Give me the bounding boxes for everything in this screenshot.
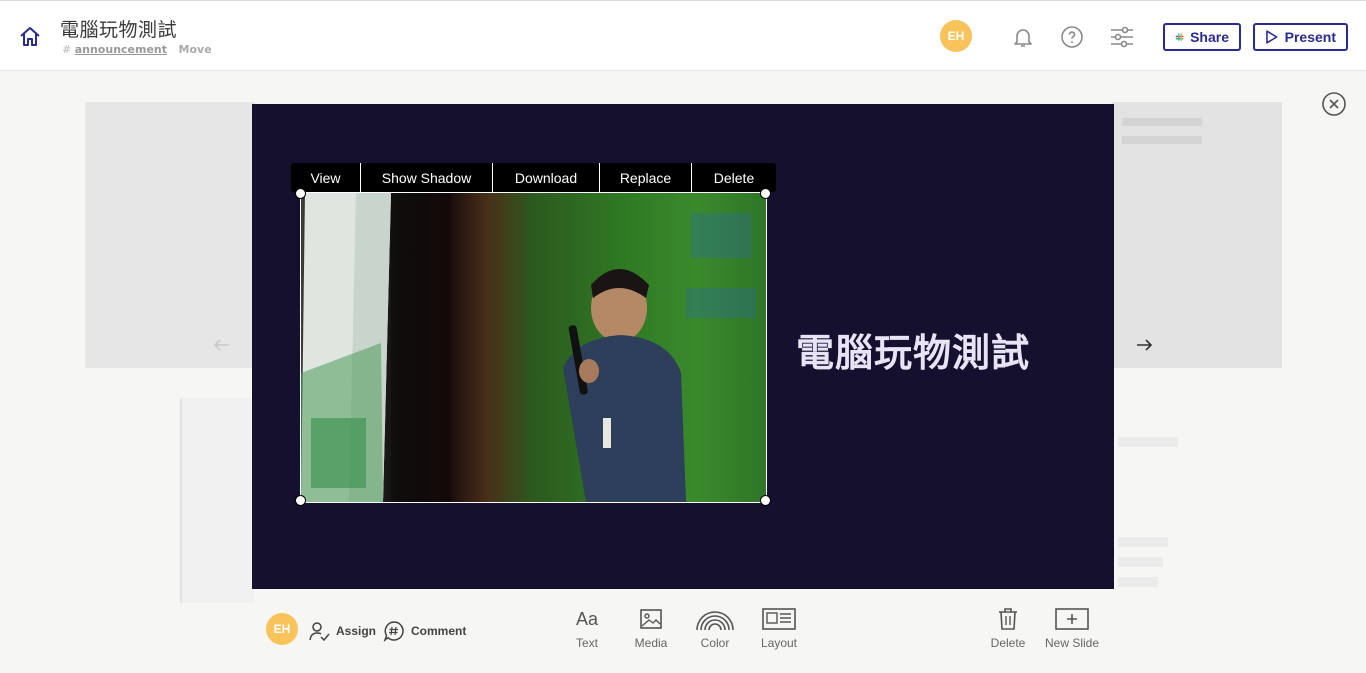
faded-text-line [1118, 557, 1163, 567]
move-link[interactable]: Move [179, 43, 212, 56]
text-tool-icon: Aa [575, 609, 599, 629]
preview-stripe [1122, 118, 1202, 126]
resize-handle-top-right[interactable] [760, 188, 771, 199]
present-label: Present [1284, 29, 1336, 45]
trash-icon [999, 608, 1017, 630]
image-toolbar: View Show Shadow Download Replace Delete [291, 163, 776, 192]
download-button[interactable]: Download [493, 163, 600, 192]
media-tool-button[interactable]: Media [621, 606, 681, 650]
layout-tool-button[interactable]: Layout [749, 606, 809, 650]
color-tool-button[interactable]: Color [685, 606, 745, 650]
media-tool-label: Media [634, 636, 668, 650]
bottom-user-avatar[interactable]: EH [266, 613, 298, 645]
settings-sliders-icon[interactable] [1109, 25, 1135, 49]
color-rainbow-icon [696, 611, 734, 631]
top-bar: 電腦玩物測試 # announcement Move EH Share Pres… [0, 0, 1366, 71]
comment-icon [383, 621, 404, 642]
previous-slide-preview[interactable] [85, 102, 255, 368]
slide-photo[interactable] [300, 192, 767, 503]
assign-button[interactable]: Assign [308, 620, 376, 642]
layout-icon [762, 608, 796, 630]
resize-handle-bottom-right[interactable] [760, 495, 771, 506]
faded-document-preview [180, 398, 254, 603]
text-tool-label: Text [575, 636, 598, 650]
color-tool-label: Color [700, 636, 730, 650]
delete-slide-label: Delete [990, 636, 1026, 650]
replace-button[interactable]: Replace [600, 163, 692, 192]
channel-link[interactable]: announcement [75, 43, 167, 56]
slide-canvas[interactable]: View Show Shadow Download Replace Delete [252, 104, 1114, 589]
slack-icon [1175, 33, 1184, 41]
new-slide-button[interactable]: New Slide [1040, 606, 1104, 650]
notification-bell-icon[interactable] [1011, 25, 1035, 49]
faded-text-line [1118, 577, 1158, 587]
show-shadow-button[interactable]: Show Shadow [361, 163, 493, 192]
next-slide-preview[interactable] [1112, 102, 1282, 368]
next-slide-arrow-icon[interactable] [1135, 336, 1153, 354]
assign-label: Assign [336, 624, 377, 638]
comment-label: Comment [411, 624, 467, 638]
document-title[interactable]: 電腦玩物測試 [60, 15, 177, 42]
new-slide-plus-icon [1055, 608, 1089, 630]
layout-tool-label: Layout [760, 636, 798, 650]
share-button[interactable]: Share [1163, 23, 1241, 51]
close-icon[interactable] [1321, 91, 1347, 117]
speaker-photo-illustration [301, 193, 756, 502]
media-image-icon [640, 609, 662, 629]
present-button[interactable]: Present [1253, 23, 1348, 51]
previous-slide-arrow-icon[interactable] [213, 336, 231, 354]
user-avatar[interactable]: EH [940, 20, 972, 52]
assign-person-icon [309, 622, 330, 642]
help-icon[interactable] [1060, 25, 1084, 49]
slide-title-text[interactable]: 電腦玩物測試 [796, 322, 1030, 377]
preview-stripe [1122, 136, 1202, 144]
faded-text-line [1118, 437, 1178, 447]
share-label: Share [1190, 29, 1229, 45]
hash-symbol: # [62, 43, 72, 56]
play-icon [1266, 30, 1278, 44]
delete-slide-button[interactable]: Delete [978, 606, 1038, 650]
new-slide-label: New Slide [1044, 636, 1100, 650]
text-tool-button[interactable]: Aa Text [557, 606, 617, 650]
faded-text-line [1118, 537, 1168, 547]
comment-button[interactable]: Comment [383, 620, 466, 642]
home-icon[interactable] [18, 25, 42, 49]
document-meta: # announcement Move [62, 43, 212, 56]
resize-handle-top-left[interactable] [295, 188, 306, 199]
resize-handle-bottom-left[interactable] [295, 495, 306, 506]
